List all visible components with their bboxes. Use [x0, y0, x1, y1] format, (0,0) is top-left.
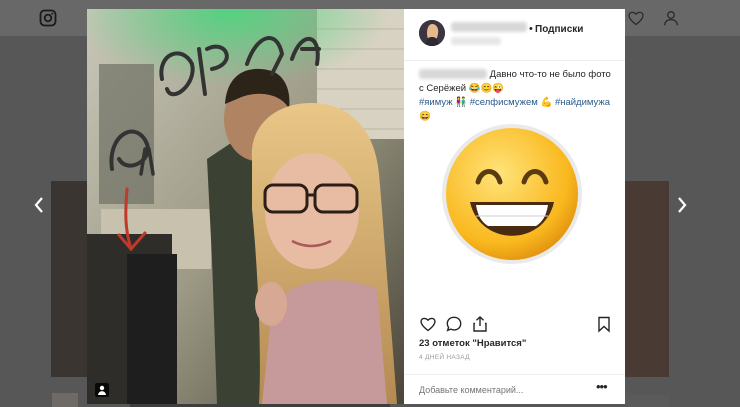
- prev-post-button[interactable]: [32, 193, 46, 217]
- more-options-button[interactable]: •••: [596, 379, 608, 394]
- instagram-icon[interactable]: [39, 9, 57, 27]
- couple-emoji: 👫: [455, 97, 468, 108]
- feed-thumbnail: [52, 393, 78, 407]
- bookmark-icon[interactable]: [595, 315, 613, 333]
- avatar[interactable]: [419, 20, 445, 46]
- next-post-button[interactable]: [675, 193, 689, 217]
- location-redacted: [451, 37, 501, 45]
- post-timestamp[interactable]: 4 ДНЕЙ НАЗАД: [419, 354, 470, 361]
- caption-username-redacted[interactable]: [419, 69, 487, 80]
- heart-icon[interactable]: [627, 9, 645, 27]
- hashtag-link[interactable]: #селфисмужем: [470, 97, 538, 108]
- caption-emojis: 😂😊😜: [468, 83, 505, 94]
- heart-icon[interactable]: [419, 315, 437, 333]
- tagged-user-icon[interactable]: [95, 383, 109, 397]
- flexed-biceps-emoji: 💪: [540, 97, 553, 108]
- likes-count[interactable]: 23 отметок "Нравится": [419, 338, 526, 349]
- post-modal: • Подписки Давно что-то не было фото с С…: [87, 9, 625, 404]
- post-caption: Давно что-то не было фото с Серёжей 😂😊😜 …: [419, 68, 615, 124]
- comment-input[interactable]: [419, 383, 589, 397]
- feed-thumbnail: [625, 181, 669, 377]
- smiling-emoji: 😄: [419, 111, 431, 122]
- grinning-face-emoji: [442, 124, 582, 264]
- username-redacted[interactable]: [451, 22, 527, 32]
- person-icon: [98, 385, 106, 395]
- separator-dot: •: [529, 23, 533, 35]
- comment-icon[interactable]: [445, 315, 463, 333]
- post-header: • Подписки: [404, 9, 625, 61]
- chevron-right-icon: [678, 197, 687, 213]
- comment-box: •••: [404, 374, 625, 404]
- share-icon[interactable]: [471, 315, 489, 333]
- avatar-photo: [419, 20, 445, 46]
- post-photo[interactable]: [87, 9, 404, 404]
- profile-icon[interactable]: [662, 9, 680, 27]
- feed-thumbnail: [51, 181, 87, 377]
- feed-thumbnail: [625, 395, 669, 407]
- selfie-image: [87, 9, 404, 404]
- following-button[interactable]: Подписки: [535, 24, 583, 35]
- hashtag-link[interactable]: #яимуж: [419, 97, 453, 108]
- chevron-left-icon: [34, 197, 43, 213]
- post-details-panel: • Подписки Давно что-то не было фото с С…: [404, 9, 625, 404]
- hashtag-link[interactable]: #найдимужа: [555, 97, 610, 108]
